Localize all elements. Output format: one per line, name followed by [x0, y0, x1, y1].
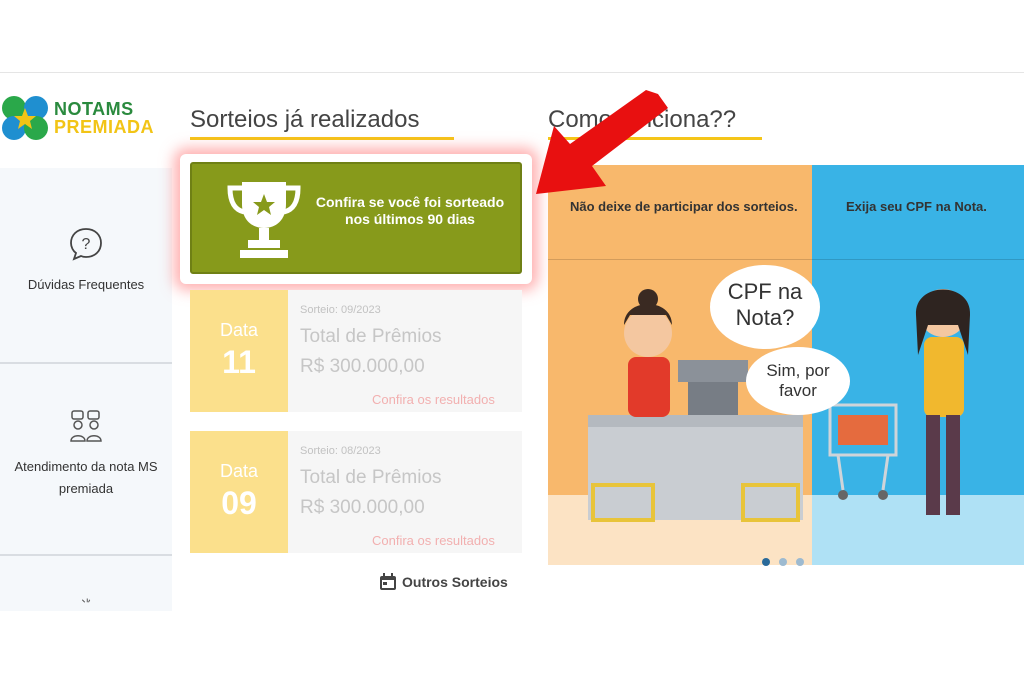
draw-title: Total de Prêmios — [300, 467, 442, 488]
draw-amount: R$ 300.000,00 — [300, 497, 425, 518]
draw-date-box: Data 11 — [190, 290, 288, 412]
logo-text: NOTAMS PREMIADA — [54, 100, 154, 136]
draw-title: Total de Prêmios — [300, 326, 442, 347]
calendar-icon — [380, 573, 396, 590]
sidebar: ? Dúvidas Frequentes Atendimento da nota… — [0, 168, 172, 611]
speech-bubble-cpf: CPF na Nota? — [710, 265, 820, 349]
question-bubble-icon: ? — [70, 228, 102, 261]
clover-logo-icon — [2, 96, 48, 140]
partial-icon — [81, 598, 91, 603]
logo-line1: NOTAMS — [54, 99, 134, 119]
draw-results-link[interactable]: Confira os resultados — [372, 533, 495, 548]
date-day: 11 — [222, 344, 256, 380]
promo-button[interactable]: Confira se você foi sorteado nos últimos… — [190, 162, 522, 274]
draw-results-link[interactable]: Confira os resultados — [372, 392, 495, 407]
draw-info: Sorteio: 08/2023 Total de Prêmios R$ 300… — [300, 445, 520, 548]
header-divider — [0, 72, 1024, 73]
sidebar-divider — [0, 362, 172, 364]
support-people-icon — [70, 410, 102, 442]
date-label: Data — [219, 461, 259, 481]
draws-section-title: Sorteios já realizados — [190, 106, 454, 140]
sidebar-item-label: Atendimento da nota MS premiada — [14, 459, 158, 496]
sidebar-divider — [0, 554, 172, 556]
logo-line2: PREMIADA — [54, 117, 155, 137]
speech-bubble-reply: Sim, por favor — [746, 347, 850, 415]
svg-text:?: ? — [82, 236, 91, 253]
carousel-dot[interactable] — [779, 558, 787, 566]
carousel-dot[interactable] — [796, 558, 804, 566]
date-label: Data — [219, 320, 259, 340]
sidebar-item-partial[interactable] — [0, 596, 172, 611]
draw-info: Sorteio: 09/2023 Total de Prêmios R$ 300… — [300, 304, 520, 407]
promo-text: Confira se você foi sorteado nos últimos… — [315, 194, 505, 227]
title-underline — [190, 137, 454, 140]
sidebar-item-label: Dúvidas Frequentes — [27, 277, 145, 292]
other-draws-link[interactable]: Outros Sorteios — [378, 572, 508, 592]
logo[interactable]: NOTAMS PREMIADA — [0, 88, 172, 150]
carousel-dot[interactable] — [762, 558, 770, 566]
page: NOTAMS PREMIADA ? Dúvidas Frequentes Ate… — [0, 0, 1024, 683]
how-it-works-banner: Não deixe de participar dos sorteios. Ex… — [548, 165, 1024, 565]
trophy-icon — [227, 182, 301, 258]
carousel-dots — [762, 558, 804, 566]
draw-date-box: Data 09 — [190, 431, 288, 553]
red-arrow-pointer — [536, 90, 668, 194]
draw-number: Sorteio: 09/2023 — [300, 304, 381, 316]
draw-card[interactable]: Data 09 Sorteio: 08/2023 Total de Prêmio… — [190, 431, 522, 553]
draw-number: Sorteio: 08/2023 — [300, 445, 381, 457]
date-day: 09 — [221, 485, 257, 521]
draw-amount: R$ 300.000,00 — [300, 356, 425, 377]
sidebar-item-faq[interactable]: ? Dúvidas Frequentes — [0, 226, 172, 296]
other-draws-label: Outros Sorteios — [402, 574, 508, 590]
draws-title-text: Sorteios já realizados — [190, 106, 420, 133]
sidebar-item-support[interactable]: Atendimento da nota MS premiada — [0, 408, 172, 500]
draw-card[interactable]: Data 11 Sorteio: 09/2023 Total de Prêmio… — [190, 290, 522, 412]
